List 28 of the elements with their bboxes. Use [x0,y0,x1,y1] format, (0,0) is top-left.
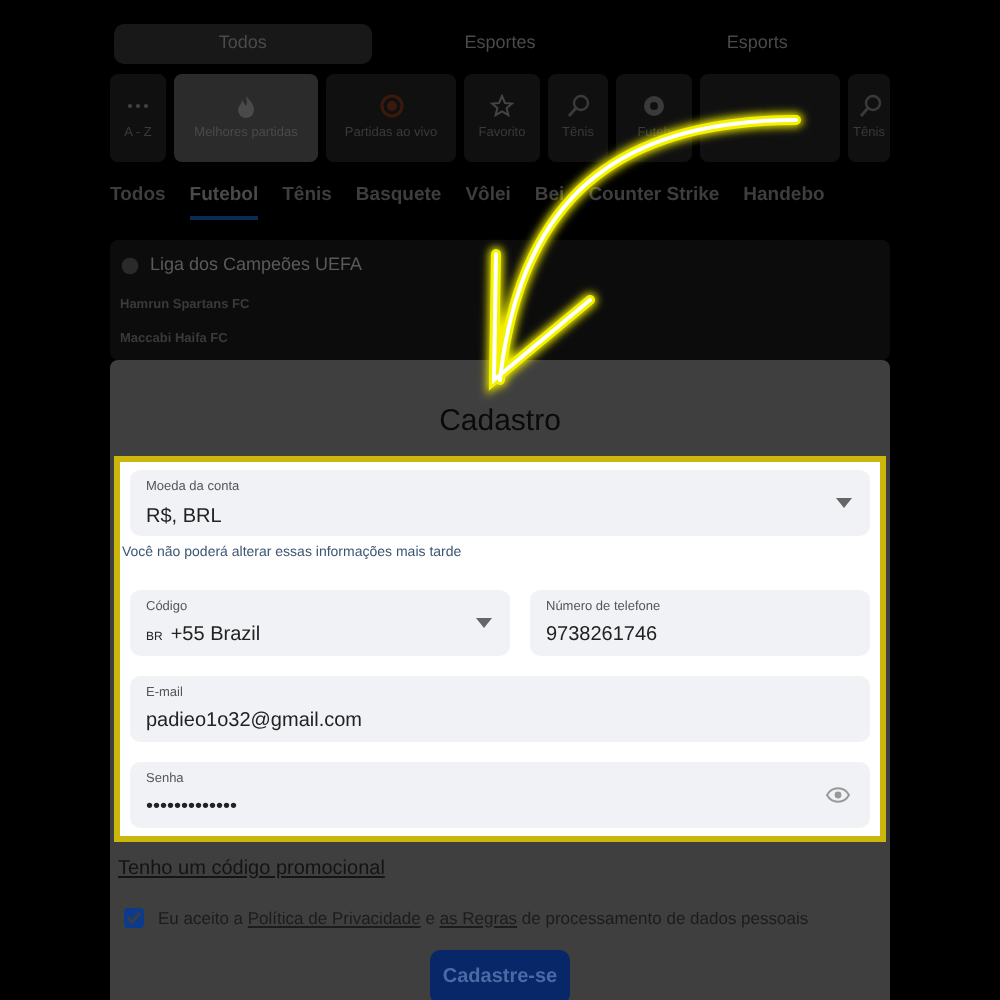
flame-icon [234,93,258,118]
record-icon [379,93,403,118]
field-value: padieo1o32@gmail.com [146,710,362,733]
caret-icon [476,617,492,627]
eye-icon[interactable] [826,785,850,803]
sport-tab[interactable]: Todos [110,180,166,220]
ball-icon [120,255,140,276]
field-value: ••••••••••••• [146,796,238,819]
racket-icon [566,93,590,118]
caret-icon [836,498,852,508]
sport-tab[interactable]: Futebol [189,180,259,220]
field-value: R$, BRL [146,505,222,528]
sport-tab[interactable]: Counter Strike [588,180,720,220]
tab[interactable]: Esports [628,24,887,64]
field-value: +55 Brazil [170,624,261,647]
submit-button[interactable]: Cadastre-se [430,950,570,1000]
racket-icon [857,93,881,118]
tab[interactable]: Esportes [371,24,629,64]
league-name: Liga dos Campeões UEFA [150,252,363,278]
sport-tab[interactable]: Vôlei [465,180,511,220]
sport-tab[interactable]: Basquete [355,180,442,220]
sport-tab[interactable]: Handebo [743,180,825,220]
ball-icon [642,93,666,118]
consent-checkbox[interactable] [124,907,144,928]
star-icon [490,93,514,118]
sport-tab[interactable]: Tênis [282,180,332,220]
sport-tab[interactable]: Bei [534,180,565,220]
field-value: 9738261746 [546,624,658,647]
